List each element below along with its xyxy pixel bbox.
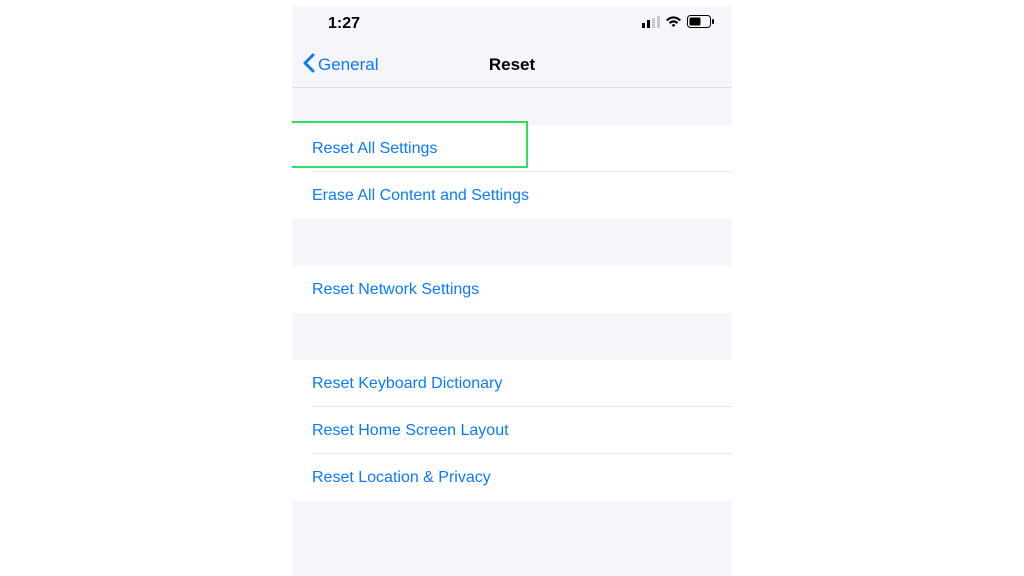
phone-screen: 1:27 [292, 6, 732, 576]
page-title: Reset [489, 55, 535, 75]
section-spacer [292, 88, 732, 125]
status-time: 1:27 [328, 15, 360, 33]
row-label: Erase All Content and Settings [312, 187, 529, 205]
row-reset-keyboard[interactable]: Reset Keyboard Dictionary [292, 360, 732, 407]
row-reset-network[interactable]: Reset Network Settings [292, 266, 732, 313]
settings-group: Reset Keyboard Dictionary Reset Home Scr… [292, 360, 732, 501]
row-label: Reset Network Settings [312, 281, 479, 299]
settings-group: Reset Network Settings [292, 266, 732, 313]
back-label: General [318, 55, 378, 75]
row-reset-all-settings[interactable]: Reset All Settings [292, 125, 732, 172]
status-icons [642, 15, 714, 33]
status-bar: 1:27 [292, 6, 732, 42]
section-spacer [292, 313, 732, 360]
row-label: Reset Home Screen Layout [312, 422, 509, 440]
wifi-icon [665, 15, 682, 33]
section-spacer [292, 501, 732, 576]
nav-bar: General Reset [292, 42, 732, 88]
row-reset-home-screen[interactable]: Reset Home Screen Layout [292, 407, 732, 454]
back-button[interactable]: General [292, 52, 378, 78]
row-reset-location-privacy[interactable]: Reset Location & Privacy [292, 454, 732, 501]
row-label: Reset All Settings [312, 140, 437, 158]
battery-icon [687, 15, 714, 33]
cellular-icon [642, 15, 660, 33]
row-label: Reset Location & Privacy [312, 469, 491, 487]
chevron-left-icon [302, 53, 315, 78]
row-erase-all-content[interactable]: Erase All Content and Settings [292, 172, 732, 219]
section-spacer [292, 219, 732, 266]
row-label: Reset Keyboard Dictionary [312, 375, 502, 393]
settings-group: Reset All Settings Erase All Content and… [292, 125, 732, 219]
